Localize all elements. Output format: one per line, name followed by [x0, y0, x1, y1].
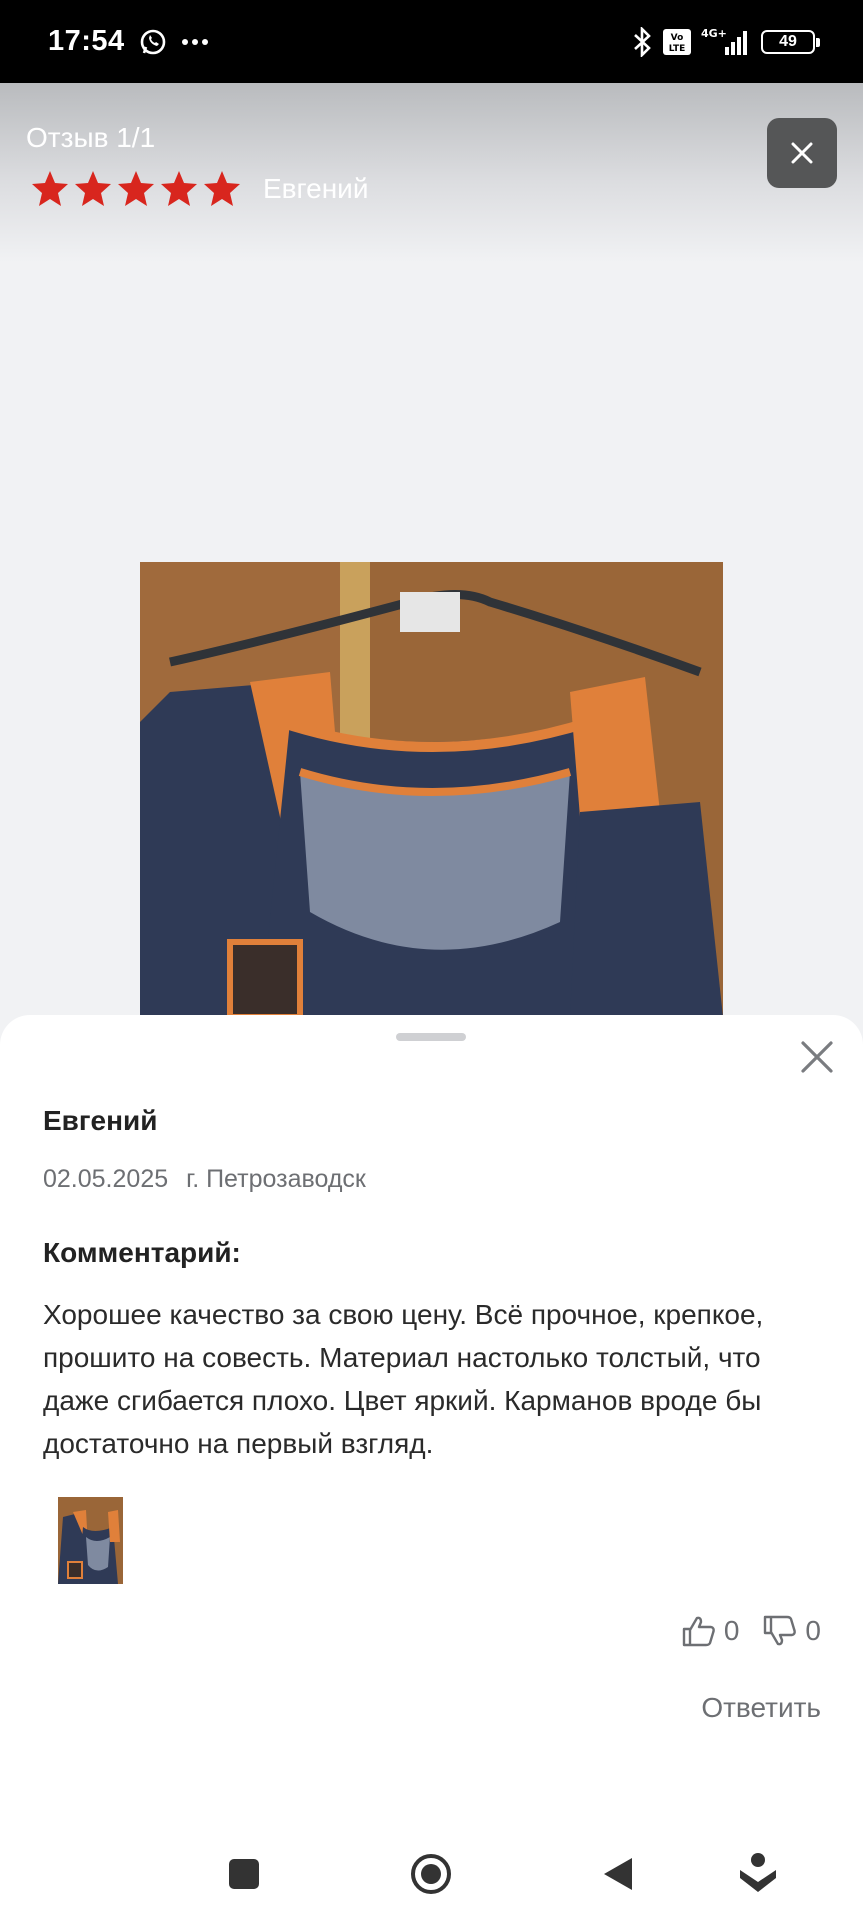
dislike-button[interactable]: 0 [763, 1615, 821, 1647]
review-meta: 02.05.2025 г. Петрозаводск [43, 1165, 366, 1194]
home-button[interactable] [410, 1853, 452, 1895]
status-time: 17:54 [48, 25, 125, 57]
photo-thumbnail[interactable] [58, 1497, 123, 1584]
close-icon [791, 142, 813, 164]
signal-icon: 4G+ [701, 27, 751, 57]
svg-text:LTE: LTE [669, 44, 686, 54]
comment-label: Комментарий: [43, 1237, 241, 1268]
battery-level: 49 [779, 32, 797, 50]
review-counter: Отзыв 1/1 [26, 122, 156, 153]
back-button[interactable] [602, 1856, 634, 1892]
rating-stars: Евгений [30, 169, 368, 209]
review-author: Евгений [43, 1105, 158, 1136]
comment-text: Хорошее качество за свою цену. Всё прочн… [43, 1299, 764, 1459]
battery-icon: 49 [761, 29, 820, 54]
thumbs-up-icon [682, 1616, 715, 1647]
like-button[interactable]: 0 [682, 1615, 740, 1647]
star-icon [161, 171, 197, 206]
home-nav-icon [411, 1854, 451, 1894]
star-icon [118, 171, 154, 206]
star-icon [204, 171, 240, 206]
viewer-close-button[interactable] [767, 118, 837, 188]
recents-button[interactable] [228, 1858, 260, 1890]
svg-text:Vo: Vo [671, 33, 684, 43]
system-nav-bar [0, 1830, 863, 1920]
sheet-drag-handle[interactable] [396, 1033, 466, 1041]
assistant-button[interactable] [738, 1852, 778, 1896]
like-count: 0 [723, 1615, 740, 1646]
close-icon [801, 1041, 833, 1073]
thumbs-down-icon [764, 1615, 797, 1646]
back-nav-icon [604, 1858, 632, 1890]
review-date: 02.05.2025 [43, 1165, 169, 1193]
assistant-nav-icon [740, 1853, 776, 1892]
votes: 0 0 [682, 1615, 821, 1647]
reply-button[interactable]: Ответить [701, 1692, 821, 1724]
svg-text:4G+: 4G+ [701, 27, 727, 40]
viewer-header: Отзыв 1/1 Евгений [0, 83, 863, 263]
volte-icon: Vo LTE [663, 28, 691, 55]
more-icon [181, 38, 209, 46]
dislike-count: 0 [805, 1615, 821, 1646]
sheet-close-button[interactable] [797, 1037, 837, 1077]
star-icon [32, 171, 68, 206]
header-author: Евгений [263, 173, 369, 204]
status-bar: 17:54 Vo LTE 4G+ 49 [0, 0, 863, 83]
star-icon [75, 171, 111, 206]
review-photo[interactable] [140, 562, 723, 1017]
review-city: г. Петрозаводск [186, 1165, 366, 1193]
bluetooth-icon [631, 26, 653, 57]
whatsapp-icon [139, 28, 167, 56]
review-sheet: Евгений 02.05.2025 г. Петрозаводск Комме… [0, 1015, 863, 1920]
square-nav-icon [229, 1859, 259, 1889]
